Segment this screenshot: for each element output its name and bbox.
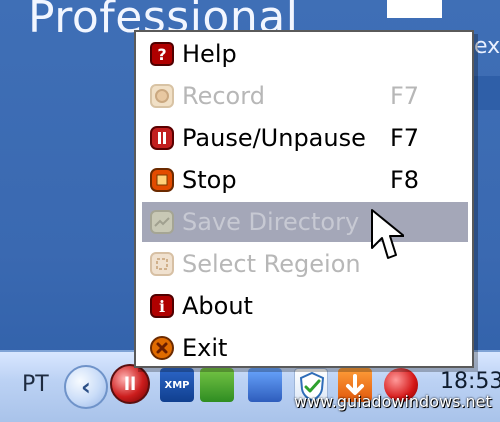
- context-menu: ? Help Record F7 Pause/Unpause F7 Stop F…: [134, 30, 474, 368]
- show-hidden-icons-button[interactable]: ‹: [64, 365, 108, 409]
- menu-item-stop-shortcut: F8: [390, 166, 420, 194]
- xmp-tray-icon[interactable]: XMP: [160, 368, 194, 402]
- menu-item-record-label: Record: [182, 82, 265, 110]
- svg-text:i: i: [159, 297, 165, 316]
- menu-item-record-shortcut: F7: [390, 82, 420, 110]
- xmp-tray-icon-text: XMP: [164, 379, 190, 391]
- menu-item-stop-label: Stop: [182, 166, 237, 194]
- menu-item-help[interactable]: ? Help: [142, 34, 468, 74]
- desktop-window-fragment: [387, 0, 442, 18]
- menu-item-select-region[interactable]: Select Regeion: [142, 244, 468, 284]
- chevron-left-icon: ‹: [81, 373, 91, 401]
- pause-tray-icon[interactable]: ll: [110, 364, 150, 404]
- menu-item-save-directory-label: Save Directory: [182, 208, 360, 236]
- menu-item-save-directory[interactable]: Save Directory: [142, 202, 468, 242]
- menu-item-about-label: About: [182, 292, 253, 320]
- menu-item-help-label: Help: [182, 40, 237, 68]
- stop-icon: [150, 168, 174, 192]
- desktop-right-bar: [470, 76, 500, 110]
- watermark: www.guiadowindows.net: [294, 392, 492, 411]
- svg-text:?: ?: [157, 45, 166, 64]
- menu-item-exit-label: Exit: [182, 334, 228, 362]
- mouse-cursor-icon: [371, 209, 404, 259]
- menu-item-stop[interactable]: Stop F8: [142, 160, 468, 200]
- network-tray-icon[interactable]: [248, 368, 282, 402]
- pause-tray-icon-glyph: ll: [123, 373, 137, 395]
- about-icon: i: [150, 294, 174, 318]
- exit-icon: [150, 336, 174, 360]
- menu-item-pause-shortcut: F7: [390, 124, 420, 152]
- select-region-icon: [150, 252, 174, 276]
- desktop-right-text: ex: [474, 34, 500, 59]
- menu-item-select-region-label: Select Regeion: [182, 250, 361, 278]
- pause-icon: [150, 126, 174, 150]
- menu-item-about[interactable]: i About: [142, 286, 468, 326]
- menu-item-exit[interactable]: Exit: [142, 328, 468, 368]
- clock[interactable]: 18:53: [440, 369, 500, 394]
- language-indicator[interactable]: PT: [22, 372, 49, 397]
- record-icon: [150, 84, 174, 108]
- help-icon: ?: [150, 42, 174, 66]
- menu-item-pause-label: Pause/Unpause: [182, 124, 366, 152]
- menu-item-record[interactable]: Record F7: [142, 76, 468, 116]
- menu-item-pause[interactable]: Pause/Unpause F7: [142, 118, 468, 158]
- f-tray-icon[interactable]: [200, 368, 234, 402]
- save-directory-icon: [150, 210, 174, 234]
